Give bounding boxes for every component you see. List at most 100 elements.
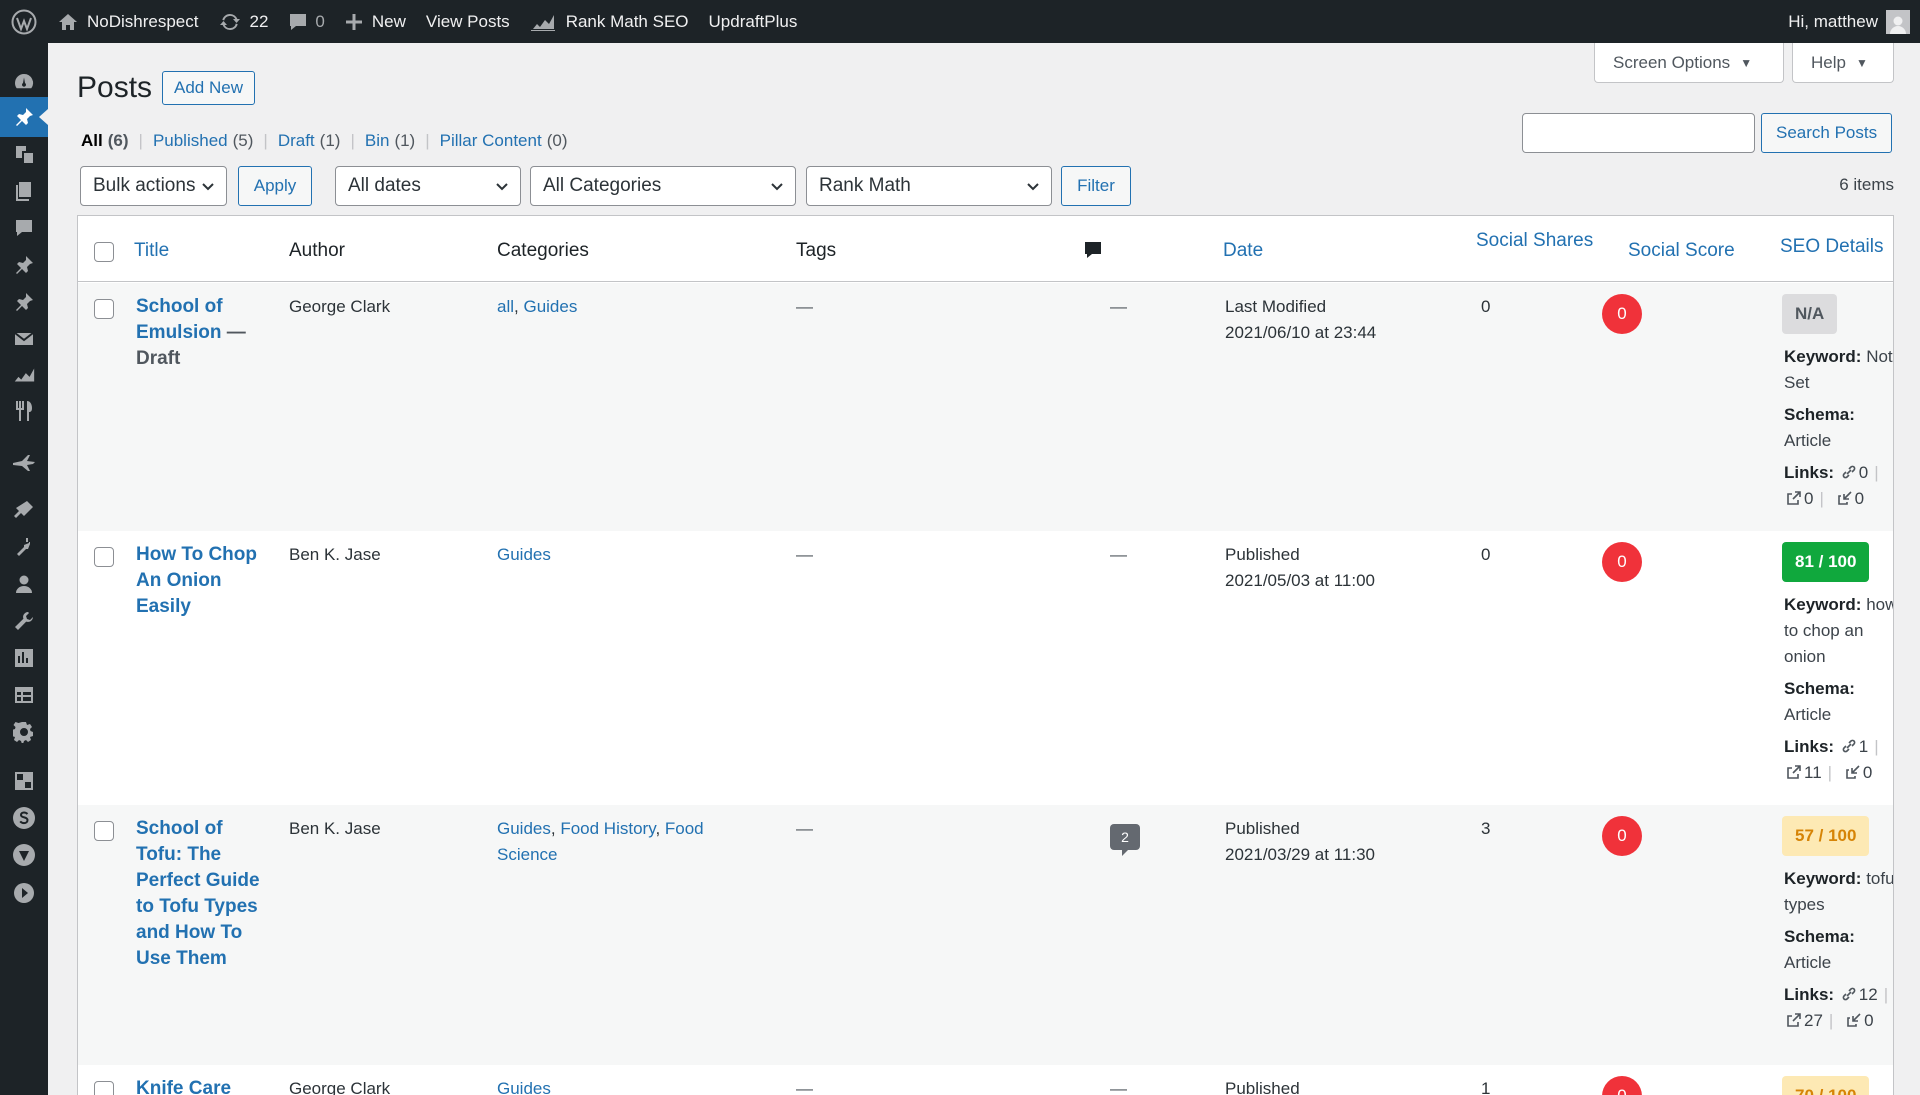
- mail-icon[interactable]: [0, 319, 48, 359]
- new-content-link[interactable]: New: [335, 0, 416, 43]
- media-icon[interactable]: [0, 134, 48, 174]
- category-link[interactable]: Food History: [560, 819, 655, 838]
- rank-math-icon[interactable]: [0, 355, 48, 395]
- bulk-actions-value: Bulk actions: [93, 175, 196, 196]
- incoming-links-count: 0: [1864, 1011, 1874, 1030]
- category-link[interactable]: Guides: [497, 819, 551, 838]
- filter-button[interactable]: Filter: [1061, 166, 1131, 206]
- keyword-label: Keyword:: [1784, 869, 1862, 888]
- view-published-link[interactable]: Published (5): [153, 131, 253, 151]
- date-cell: Published: [1225, 1076, 1300, 1095]
- column-title[interactable]: Title: [134, 240, 169, 262]
- comments-link[interactable]: 0: [278, 0, 334, 43]
- main-content: Screen Options ▼ Help ▼ Posts Add New Al…: [48, 43, 1920, 1095]
- s-circle-icon[interactable]: [0, 798, 48, 838]
- new-label: New: [371, 11, 406, 31]
- select-all-checkbox[interactable]: [94, 242, 114, 262]
- schema-value: Article: [1784, 953, 1832, 972]
- comment-icon: [1085, 242, 1101, 258]
- column-comments[interactable]: [1083, 240, 1103, 266]
- date-status: Published: [1225, 1079, 1300, 1095]
- dashboard-icon[interactable]: [0, 62, 48, 102]
- search-posts-button[interactable]: Search Posts: [1761, 113, 1893, 153]
- pin-icon[interactable]: [0, 245, 48, 285]
- post-title-link[interactable]: School of Emulsion: [136, 296, 223, 343]
- schema-label: Schema:: [1784, 679, 1855, 698]
- post-title-link[interactable]: Knife Care: [136, 1078, 231, 1095]
- post-title-link[interactable]: School of Tofu: The Perfect Guide to Tof…: [136, 818, 260, 969]
- column-date[interactable]: Date: [1223, 240, 1263, 262]
- posts-pin-icon[interactable]: [0, 97, 48, 137]
- table-row: How To Chop An Onion Easily Ben K. Jase …: [78, 531, 1893, 805]
- row-checkbox[interactable]: [94, 547, 114, 567]
- view-all-link[interactable]: All (6): [81, 131, 129, 151]
- view-posts-link[interactable]: View Posts: [416, 0, 520, 43]
- tools-icon[interactable]: [0, 601, 48, 641]
- pin-icon[interactable]: [0, 282, 48, 322]
- dates-select[interactable]: All dates: [335, 166, 521, 206]
- seo-score-badge: N/A: [1782, 294, 1838, 334]
- plugins-icon[interactable]: [0, 527, 48, 567]
- bulk-actions-select[interactable]: Bulk actions: [80, 166, 227, 206]
- search-input[interactable]: [1522, 113, 1755, 153]
- rank-math-link[interactable]: Rank Math SEO: [520, 0, 699, 43]
- screen-options-button[interactable]: Screen Options ▼: [1594, 43, 1784, 83]
- row-checkbox[interactable]: [94, 821, 114, 841]
- play-icon[interactable]: [0, 873, 48, 913]
- appearance-icon[interactable]: [0, 490, 48, 530]
- author-link[interactable]: Ben K. Jase: [289, 816, 381, 842]
- settings-icon[interactable]: [0, 712, 48, 752]
- row-checkbox[interactable]: [94, 299, 114, 319]
- layout-icon[interactable]: [0, 761, 48, 801]
- seo-details-label: SEO Details: [1780, 236, 1884, 257]
- updates-link[interactable]: 22: [209, 0, 279, 43]
- comment-count-bubble[interactable]: 2: [1110, 824, 1140, 856]
- author-link[interactable]: George Clark: [289, 1076, 390, 1095]
- pages-icon[interactable]: [0, 171, 48, 211]
- view-bin-link[interactable]: Bin (1): [365, 131, 415, 151]
- incoming-links-count: 0: [1862, 763, 1873, 782]
- rank-math-select[interactable]: Rank Math: [806, 166, 1052, 206]
- apply-button[interactable]: Apply: [238, 166, 312, 206]
- account-link[interactable]: Hi, matthew: [1778, 0, 1920, 43]
- date-status: Published: [1225, 545, 1300, 564]
- add-new-button[interactable]: Add New: [162, 71, 255, 105]
- row-checkbox[interactable]: [94, 1081, 114, 1095]
- categories-select[interactable]: All Categories: [530, 166, 796, 206]
- category-link[interactable]: Guides: [523, 297, 577, 316]
- category-link[interactable]: all: [497, 297, 514, 316]
- view-label: Bin: [364, 131, 390, 150]
- view-draft-link[interactable]: Draft (1): [278, 131, 341, 151]
- internal-links-count: 12: [1858, 985, 1878, 1004]
- wordpress-logo-icon[interactable]: [0, 0, 48, 43]
- categories-cell: Guides: [497, 542, 551, 568]
- social-score-badge: 0: [1602, 294, 1642, 334]
- view-count: (6): [107, 131, 129, 150]
- comments-cell: —: [1110, 1079, 1127, 1095]
- plane-icon[interactable]: [0, 443, 48, 483]
- category-link[interactable]: Guides: [497, 1079, 551, 1095]
- updraftplus-link[interactable]: UpdraftPlus: [699, 0, 808, 43]
- column-seo-details[interactable]: SEO Details: [1780, 236, 1893, 258]
- title-cell: School of Tofu: The Perfect Guide to Tof…: [136, 816, 268, 972]
- shield-icon[interactable]: [0, 835, 48, 875]
- analytics-icon[interactable]: [0, 638, 48, 678]
- screen-options-label: Screen Options: [1613, 52, 1731, 72]
- table-icon[interactable]: [0, 675, 48, 715]
- title-cell: Knife Care: [136, 1076, 268, 1095]
- category-link[interactable]: Guides: [497, 545, 551, 564]
- author-link[interactable]: George Clark: [289, 294, 390, 320]
- site-name-link[interactable]: NoDishrespect: [48, 0, 209, 43]
- column-social-score[interactable]: Social Score: [1628, 240, 1735, 262]
- post-title-link[interactable]: How To Chop An Onion Easily: [136, 544, 257, 617]
- comments-icon[interactable]: [0, 208, 48, 248]
- column-social-shares[interactable]: Social Shares: [1476, 230, 1593, 252]
- incoming-link-icon: [1837, 491, 1852, 505]
- help-button[interactable]: Help ▼: [1792, 43, 1894, 83]
- seo-details: Keyword: Not Set Schema: Article Links: 0…: [1784, 347, 1893, 508]
- users-icon[interactable]: [0, 564, 48, 604]
- restaurant-icon[interactable]: [0, 391, 48, 431]
- author-link[interactable]: Ben K. Jase: [289, 542, 381, 568]
- view-pillar-content-link[interactable]: Pillar Content (0): [440, 131, 568, 151]
- table-row: School of Emulsion — Draft George Clark …: [78, 283, 1893, 531]
